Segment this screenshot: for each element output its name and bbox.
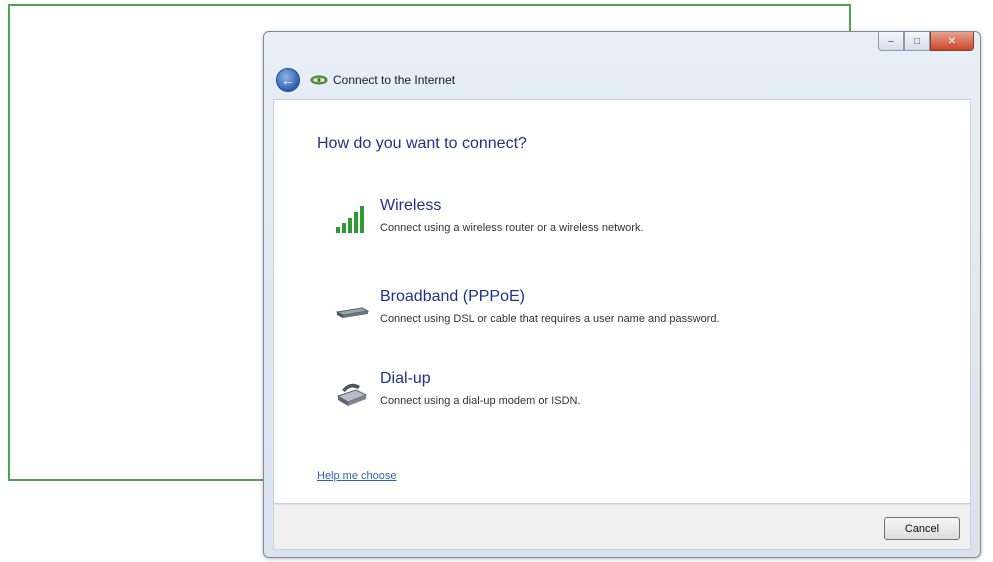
- page: – □ ✕ ← Connect to the Internet How do y…: [0, 0, 993, 562]
- wizard-footer: Cancel: [273, 504, 971, 550]
- option-description: Connect using a wireless router or a wir…: [380, 222, 644, 234]
- wizard-nav-bar: ← Connect to the Internet: [264, 62, 980, 98]
- wireless-signal-icon: [334, 203, 372, 235]
- network-connection-icon: [310, 73, 328, 87]
- caption-buttons: – □ ✕: [878, 32, 974, 51]
- option-description: Connect using a dial-up modem or ISDN.: [380, 395, 581, 407]
- option-broadband[interactable]: Broadband (PPPoE) Connect using DSL or c…: [334, 288, 894, 344]
- minimize-button[interactable]: –: [878, 32, 904, 51]
- option-title: Broadband (PPPoE): [380, 288, 525, 305]
- dialup-modem-icon: [334, 376, 372, 408]
- broadband-modem-icon: [334, 294, 372, 326]
- page-heading: How do you want to connect?: [317, 135, 527, 152]
- maximize-button[interactable]: □: [904, 32, 930, 51]
- title-bar: – □ ✕: [264, 32, 980, 62]
- cancel-button[interactable]: Cancel: [884, 517, 960, 540]
- back-button[interactable]: ←: [276, 68, 300, 92]
- wizard-content: How do you want to connect? Wireless Con…: [273, 99, 971, 504]
- wizard-title: Connect to the Internet: [333, 73, 456, 87]
- option-title: Dial-up: [380, 370, 431, 387]
- option-title: Wireless: [380, 197, 442, 214]
- option-dialup[interactable]: Dial-up Connect using a dial-up modem or…: [334, 370, 894, 426]
- wizard-window: – □ ✕ ← Connect to the Internet How do y…: [263, 31, 981, 558]
- option-description: Connect using DSL or cable that requires…: [380, 313, 720, 325]
- help-me-choose-link[interactable]: Help me choose: [317, 470, 397, 482]
- close-button[interactable]: ✕: [930, 32, 974, 51]
- option-wireless[interactable]: Wireless Connect using a wireless router…: [334, 197, 894, 253]
